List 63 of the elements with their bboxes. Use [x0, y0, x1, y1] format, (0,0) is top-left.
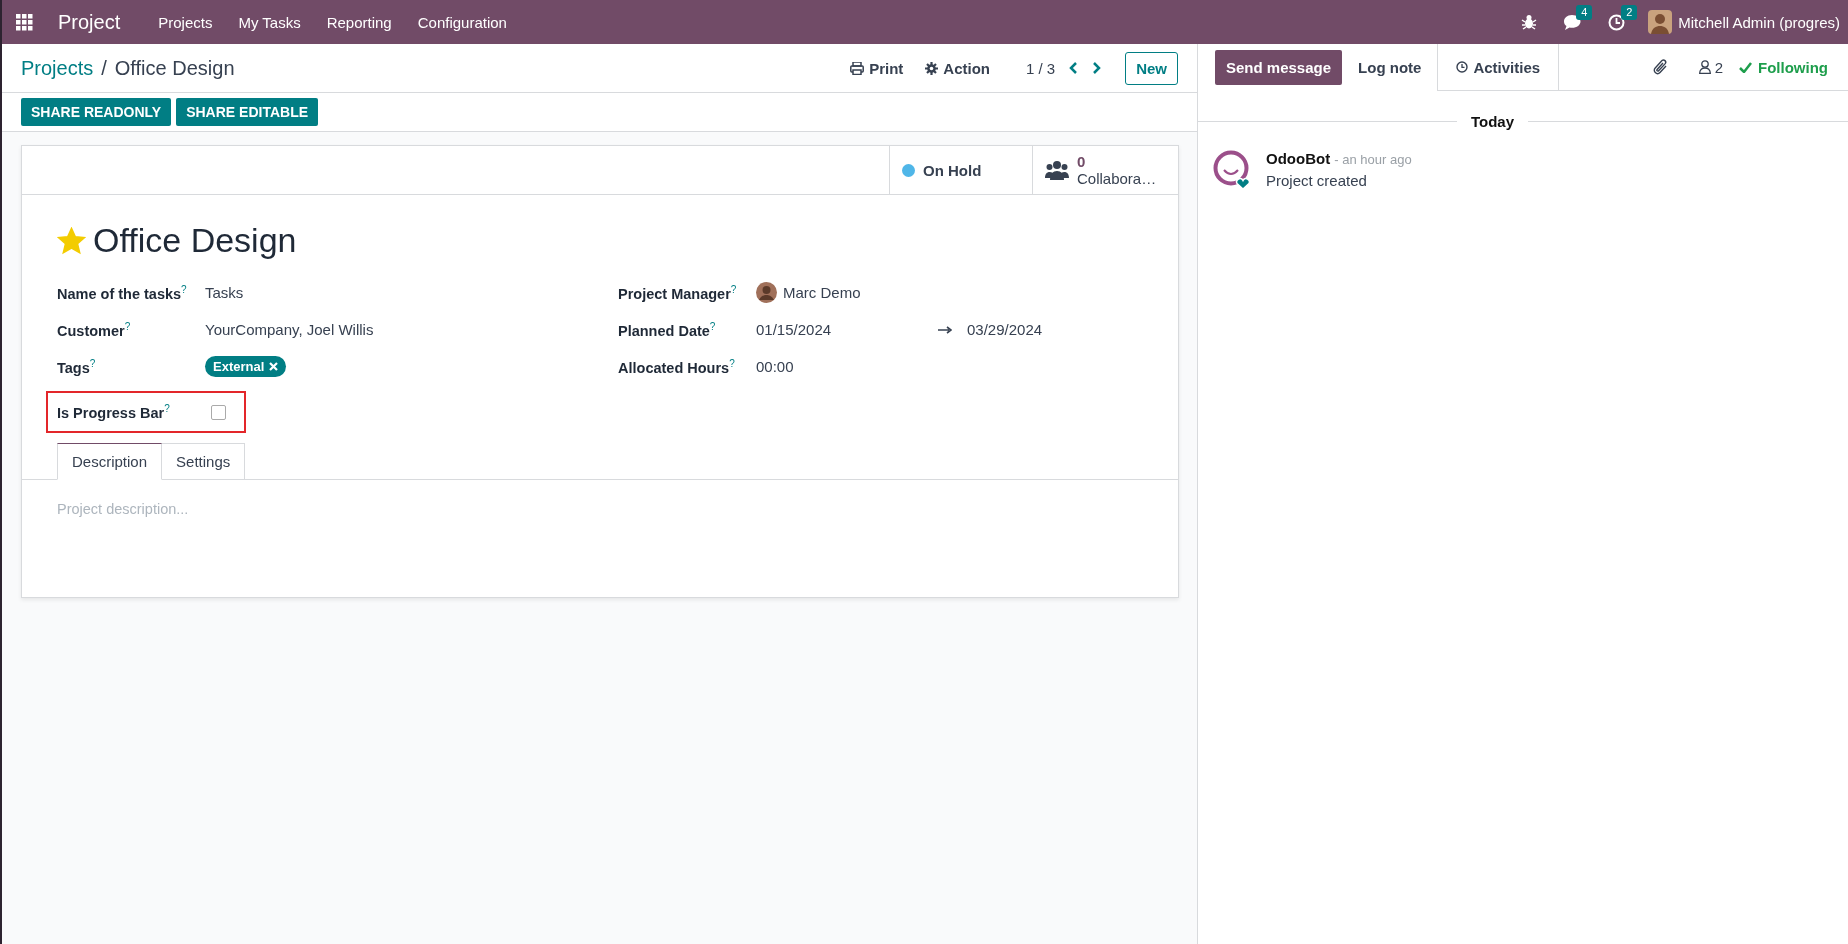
checkbox[interactable]: [211, 404, 226, 420]
followers-button[interactable]: 2: [1698, 58, 1723, 76]
status-button[interactable]: On Hold: [889, 146, 1032, 194]
tab[interactable]: Description: [57, 443, 163, 480]
arrow-right-icon: [938, 325, 952, 334]
tag-chip[interactable]: External: [205, 356, 287, 377]
send-message-button[interactable]: Send message: [1215, 50, 1343, 85]
users-icon: [1045, 160, 1069, 180]
field-value[interactable]: Marc Demo: [783, 284, 861, 301]
user-avatar-icon[interactable]: [1648, 10, 1673, 34]
chat-icon[interactable]: [1563, 13, 1583, 31]
paperclip-icon[interactable]: [1652, 58, 1669, 76]
bug-icon[interactable]: [1521, 14, 1538, 30]
pager-value[interactable]: 1 / 3: [1025, 59, 1056, 77]
app-name[interactable]: Project: [45, 10, 134, 34]
field-value[interactable]: YourCompany, Joel Willis: [205, 321, 374, 338]
message-time: - an hour ago: [1334, 152, 1412, 167]
field-label: Project Manager$^{?}$: [618, 283, 738, 302]
user-name[interactable]: Mitchell Admin (progres): [1678, 13, 1840, 31]
breadcrumb-link[interactable]: Projects: [21, 56, 94, 80]
check-icon: [1739, 61, 1752, 73]
field-label: Is Progress Bar$^{?}$: [57, 403, 171, 421]
field-value[interactable]: Tasks: [205, 284, 244, 301]
clock-icon: [1456, 61, 1469, 73]
activities-button[interactable]: Activities: [1437, 44, 1560, 91]
share-button[interactable]: SHARE EDITABLE: [176, 98, 319, 126]
date-field[interactable]: 03/29/2024: [967, 321, 1043, 338]
breadcrumb-separator: /: [101, 56, 107, 80]
menu-item[interactable]: Projects: [145, 13, 226, 31]
next-icon[interactable]: [1092, 62, 1102, 74]
star-icon[interactable]: [57, 226, 86, 255]
date-divider: Today: [1470, 113, 1514, 130]
clock-icon[interactable]: [1608, 13, 1626, 31]
share-button[interactable]: SHARE READONLY: [21, 98, 172, 126]
collaborators-button[interactable]: 0 Collabora…: [1032, 146, 1178, 194]
new-button[interactable]: New: [1125, 51, 1178, 85]
action-button[interactable]: Action: [925, 59, 990, 77]
date-field[interactable]: 01/15/2024: [756, 321, 932, 338]
tab[interactable]: Settings: [162, 443, 246, 480]
field-label: Allocated Hours$^{?}$: [618, 357, 736, 376]
apps-icon[interactable]: [16, 13, 33, 31]
remove-icon[interactable]: [269, 362, 279, 371]
menu-item[interactable]: Configuration: [404, 13, 520, 31]
menu-item[interactable]: My Tasks: [225, 13, 314, 31]
activity-count-badge: 2: [1621, 4, 1638, 20]
gear-icon: [925, 61, 939, 75]
record-title: Office Design: [93, 221, 297, 260]
message-body: Project created: [1266, 172, 1368, 189]
message-author: OdooBot: [1266, 150, 1331, 167]
message-count-badge: 4: [1576, 4, 1593, 20]
print-button[interactable]: Print: [850, 59, 904, 77]
print-icon: [850, 61, 865, 75]
user-avatar-icon: [756, 282, 777, 303]
user-icon: [1698, 60, 1711, 74]
field-label: Name of the tasks$^{?}$: [57, 283, 188, 302]
field-label: Tags$^{?}$: [57, 357, 97, 376]
field-label: Planned Date$^{?}$: [618, 320, 717, 339]
previous-icon[interactable]: [1069, 62, 1079, 74]
field-label: Customer$^{?}$: [57, 320, 132, 339]
bot-avatar-icon: [1213, 150, 1251, 190]
menu-item[interactable]: Reporting: [313, 13, 405, 31]
field-value[interactable]: 00:00: [756, 358, 794, 375]
breadcrumb-current: Office Design: [114, 56, 235, 80]
